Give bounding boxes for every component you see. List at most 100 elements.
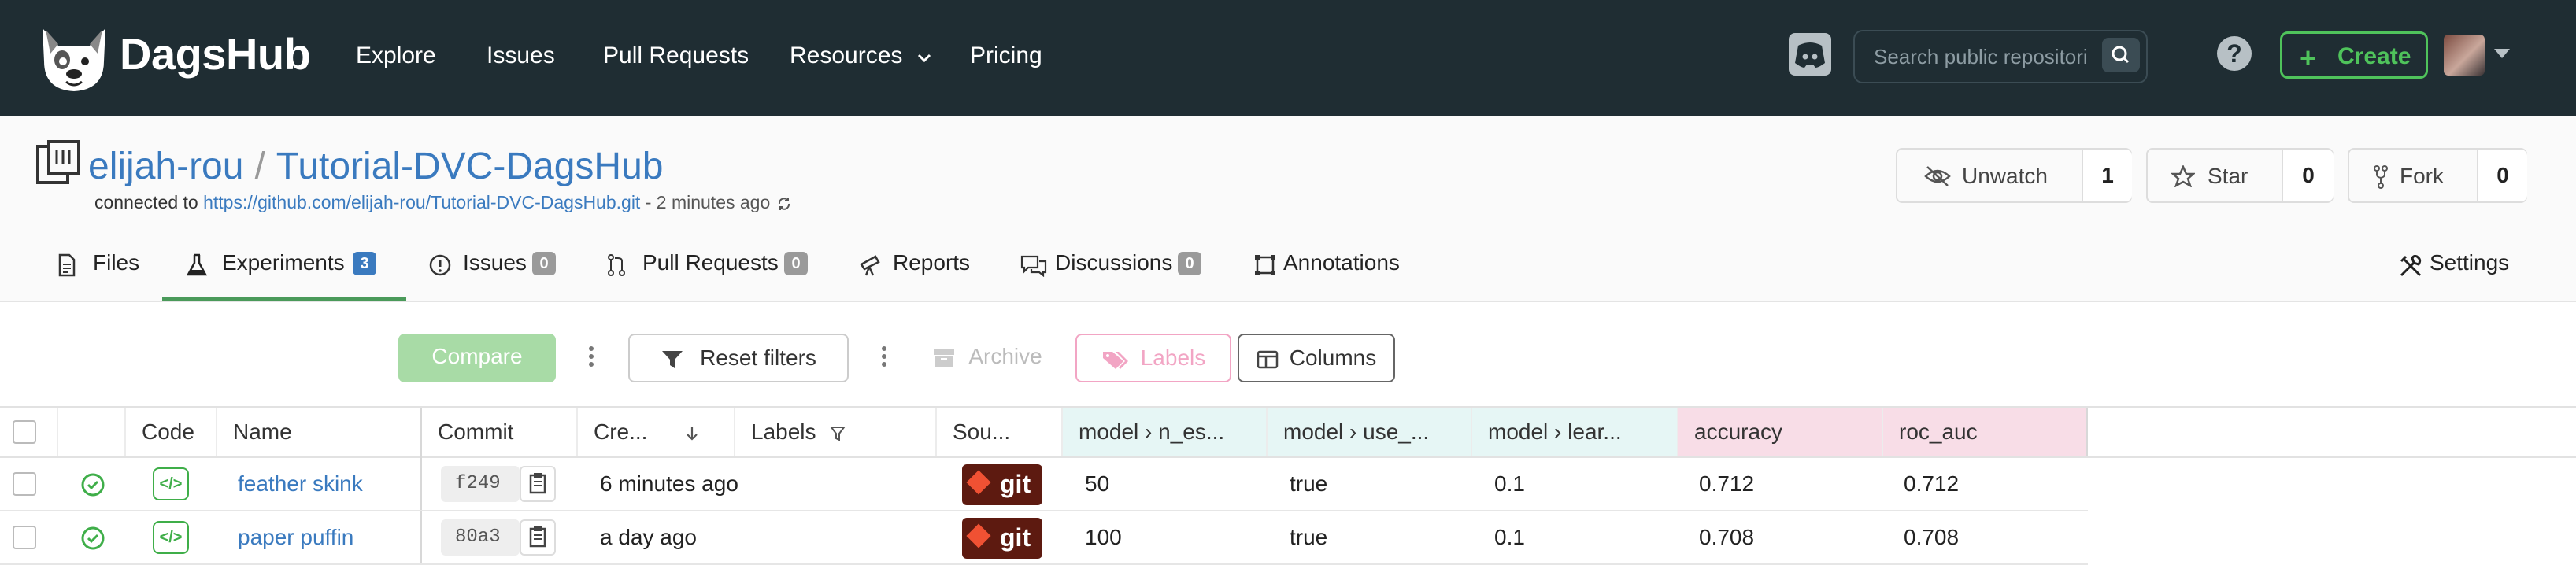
create-label: Create	[2337, 43, 2411, 69]
accuracy-value: 0.708	[1699, 525, 1755, 549]
avatar-menu-caret-icon[interactable]	[2494, 49, 2510, 58]
star-count[interactable]: 0	[2283, 150, 2334, 201]
code-icon[interactable]: </>	[153, 467, 189, 500]
header-use[interactable]: model › use_...	[1268, 408, 1472, 456]
experiment-name-link[interactable]: feather skink	[222, 458, 363, 510]
unwatch-button[interactable]: Unwatch	[1897, 150, 2083, 201]
reset-filters-button[interactable]: Reset filters	[628, 334, 849, 382]
header-n-estimators[interactable]: model › n_es...	[1063, 408, 1268, 456]
n-estimators-value: 50	[1085, 471, 1110, 496]
tab-experiments-label: Experiments	[222, 250, 345, 275]
roc-auc-value: 0.712	[1904, 471, 1960, 496]
tab-annotations-label: Annotations	[1283, 250, 1400, 275]
watch-count[interactable]: 1	[2083, 150, 2132, 201]
tab-annotations[interactable]: Annotations	[1253, 249, 1411, 301]
created-time: a day ago	[600, 525, 697, 549]
tab-reports[interactable]: Reports	[858, 249, 976, 301]
tab-issues[interactable]: Issues 0	[428, 249, 562, 301]
compare-button[interactable]: Compare	[398, 334, 556, 382]
repo-header-divider	[0, 301, 2576, 302]
create-button[interactable]: + Create	[2280, 31, 2428, 79]
learning-rate-value: 0.1	[1494, 471, 1525, 496]
header-roc-auc[interactable]: roc_auc	[1883, 408, 2088, 456]
search-icon	[2112, 46, 2130, 64]
tab-issues-label: Issues	[463, 250, 527, 275]
header-created-label: Cre...	[594, 419, 648, 444]
nav-pull-requests[interactable]: Pull Requests	[603, 42, 749, 69]
top-navbar: DagsHub Explore Issues Pull Requests Res…	[0, 0, 2576, 116]
header-commit[interactable]: Commit	[422, 408, 578, 456]
header-name[interactable]: Name	[217, 408, 420, 456]
reset-filters-label: Reset filters	[700, 345, 816, 370]
row-checkbox[interactable]	[13, 472, 36, 496]
use-value: true	[1290, 471, 1328, 496]
issue-icon	[429, 254, 451, 276]
row-checkbox[interactable]	[13, 526, 36, 549]
fork-button[interactable]: Fork	[2349, 150, 2478, 201]
git-icon[interactable]: git	[962, 518, 1042, 559]
accuracy-value: 0.712	[1699, 471, 1755, 496]
select-all-checkbox[interactable]	[13, 420, 36, 444]
sync-icon[interactable]	[775, 195, 793, 212]
brand-name[interactable]: DagsHub	[120, 28, 311, 79]
eye-slash-icon	[1924, 166, 1951, 186]
commit-hash[interactable]: f249	[441, 466, 520, 502]
header-accuracy[interactable]: accuracy	[1678, 408, 1883, 456]
experiment-name-link[interactable]: paper puffin	[222, 511, 353, 563]
tab-experiments[interactable]: Experiments 3	[186, 249, 390, 301]
watch-group: Unwatch 1	[1896, 148, 2132, 203]
table-header: Code Name Commit Cre... Labels Sou... mo…	[0, 406, 2576, 565]
discord-icon[interactable]	[1789, 33, 1831, 76]
tab-discussions-label: Discussions	[1055, 250, 1173, 275]
header-source[interactable]: Sou...	[937, 408, 1063, 456]
help-icon[interactable]: ?	[2217, 36, 2252, 71]
chevron-down-icon	[917, 54, 931, 63]
search-button[interactable]	[2102, 38, 2140, 72]
table-row[interactable]: </> feather skink f249 6 minutes ago git…	[0, 458, 2088, 511]
copy-icon[interactable]	[520, 466, 556, 502]
columns-button[interactable]: Columns	[1238, 334, 1395, 382]
connected-url-link[interactable]: https://github.com/elijah-rou/Tutorial-D…	[203, 192, 640, 212]
unwatch-label: Unwatch	[1962, 164, 2048, 188]
tab-files-label: Files	[93, 250, 140, 275]
header-learning-rate[interactable]: model › lear...	[1472, 408, 1678, 456]
tab-settings[interactable]: Settings	[2398, 249, 2524, 301]
header-created[interactable]: Cre...	[578, 408, 735, 456]
archive-label: Archive	[968, 344, 1042, 368]
header-labels[interactable]: Labels	[735, 408, 937, 456]
tab-pull-requests[interactable]: Pull Requests 0	[606, 249, 811, 301]
kebab-icon[interactable]	[880, 343, 888, 373]
tab-discussions[interactable]: Discussions 0	[1020, 249, 1209, 301]
copy-icon[interactable]	[520, 519, 556, 556]
table-row[interactable]: </> paper puffin 80a3 a day ago git 100 …	[0, 511, 2088, 565]
repo-owner-link[interactable]: elijah-rou	[88, 146, 243, 187]
tab-files[interactable]: Files	[57, 249, 151, 301]
git-icon[interactable]: git	[962, 464, 1042, 505]
dagshub-logo-icon[interactable]	[35, 22, 113, 94]
tab-pull-requests-label: Pull Requests	[642, 250, 779, 275]
header-code[interactable]: Code	[126, 408, 217, 456]
tag-icon	[1102, 351, 1128, 369]
commit-hash[interactable]: 80a3	[441, 519, 520, 556]
search-input[interactable]	[1872, 42, 2088, 71]
filter-icon	[662, 350, 683, 368]
nav-explore[interactable]: Explore	[356, 42, 436, 69]
filter-funnel-icon[interactable]	[830, 425, 846, 442]
file-icon	[58, 253, 76, 277]
nav-issues[interactable]: Issues	[487, 42, 555, 69]
kebab-icon[interactable]	[587, 343, 595, 373]
nav-pricing[interactable]: Pricing	[970, 42, 1042, 69]
code-icon[interactable]: </>	[153, 521, 189, 554]
pull-requests-count-badge: 0	[784, 252, 808, 275]
avatar[interactable]	[2444, 35, 2485, 76]
check-circle-icon	[81, 473, 105, 497]
archive-button[interactable]: Archive	[918, 334, 1057, 382]
nav-resources[interactable]: Resources	[790, 42, 931, 69]
sort-down-icon[interactable]	[685, 425, 699, 442]
tab-reports-label: Reports	[893, 250, 971, 275]
fork-count[interactable]: 0	[2478, 150, 2527, 201]
star-button[interactable]: Star	[2148, 150, 2283, 201]
labels-button[interactable]: Labels	[1075, 334, 1231, 382]
settings-icon	[2400, 254, 2422, 277]
repo-name-link[interactable]: Tutorial-DVC-DagsHub	[276, 146, 664, 187]
